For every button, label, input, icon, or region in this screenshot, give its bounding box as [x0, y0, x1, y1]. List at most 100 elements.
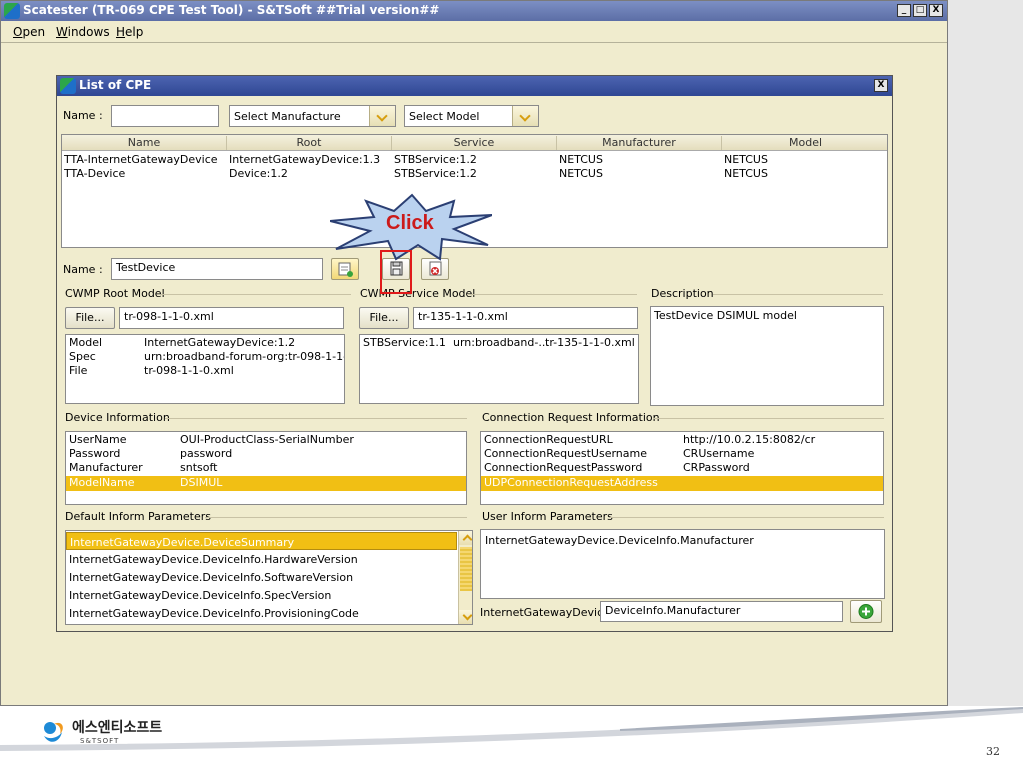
- menu-windows[interactable]: Windows: [56, 25, 110, 39]
- menu-open[interactable]: Open: [13, 25, 45, 39]
- table-row[interactable]: ConnectionRequestPassword CRPassword: [481, 461, 883, 476]
- company-logo-icon: [44, 722, 63, 742]
- service-file-input[interactable]: tr-135-1-1-0.xml: [413, 307, 638, 329]
- click-callout-text: Click: [386, 212, 434, 234]
- table-row[interactable]: TTA-InternetGatewayDevice InternetGatewa…: [62, 153, 887, 167]
- table-row-selected[interactable]: UDPConnectionRequestAddress: [481, 476, 883, 491]
- app-title-bar[interactable]: Scatester (TR-069 CPE Test Tool) - S&TSo…: [1, 1, 947, 21]
- dialog-logo-icon: [60, 78, 76, 94]
- chevron-down-icon[interactable]: [512, 106, 538, 126]
- column-header-name[interactable]: Name: [62, 136, 227, 150]
- menu-help[interactable]: Help: [116, 25, 143, 39]
- manufacture-select-value: Select Manufacture: [234, 110, 341, 123]
- connection-request-heading: Connection Request Information: [482, 411, 660, 424]
- service: STBService:1.1: [363, 336, 446, 349]
- table-row-selected[interactable]: ModelName DSIMUL: [66, 476, 466, 491]
- description-textarea[interactable]: TestDevice DSIMUL model: [650, 306, 884, 406]
- file: tr-135-1-1-0.xml: [545, 336, 635, 349]
- add-icon: [858, 604, 874, 619]
- value: CRUsername: [683, 447, 755, 460]
- cell-model: NETCUS: [724, 153, 768, 166]
- delete-document-icon: [429, 261, 442, 276]
- column-header-model[interactable]: Model: [722, 136, 887, 150]
- key: Password: [69, 447, 121, 460]
- root-file-button[interactable]: File...: [65, 307, 115, 329]
- cell-service: STBService:1.2: [394, 153, 477, 166]
- device-name-input[interactable]: TestDevice: [111, 258, 323, 280]
- scroll-down-icon[interactable]: [459, 610, 472, 624]
- cpe-table-header: Name Root Service Manufacturer Model: [62, 135, 887, 151]
- list-item[interactable]: STBService:1.1 urn:broadband-... tr-135-1-…: [360, 336, 638, 351]
- list-of-cpe-dialog: List of CPE X Name : Select Manufacture …: [56, 75, 893, 632]
- divider: [165, 418, 467, 419]
- device-info-table: UserName OUI-ProductClass-SerialNumber Pa…: [65, 431, 467, 505]
- default-inform-heading: Default Inform Parameters: [65, 510, 212, 523]
- table-row[interactable]: ConnectionRequestUsername CRUsername: [481, 447, 883, 462]
- list-item[interactable]: InternetGatewayDevice.DeviceInfo.Hardwar…: [66, 550, 457, 568]
- key: Model: [69, 336, 103, 349]
- table-row[interactable]: TTA-Device Device:1.2 STBService:1.2 NET…: [62, 167, 887, 181]
- service-model-heading: CWMP Service Model: [360, 287, 476, 300]
- list-item[interactable]: File tr-098-1-1-0.xml: [66, 364, 344, 379]
- dialog-title: List of CPE: [79, 78, 152, 92]
- maximize-button[interactable]: □: [913, 4, 927, 17]
- scroll-thumb[interactable]: [460, 547, 472, 591]
- value: http://10.0.2.15:8082/cr: [683, 433, 816, 446]
- user-inform-heading: User Inform Parameters: [482, 510, 613, 523]
- table-row[interactable]: ConnectionRequestURL http://10.0.2.15:808…: [481, 433, 883, 448]
- divider: [205, 517, 467, 518]
- dialog-title-bar[interactable]: List of CPE X: [57, 76, 892, 96]
- user-inform-input[interactable]: DeviceInfo.Manufacturer: [600, 601, 843, 622]
- divider: [610, 517, 884, 518]
- list-item-label: InternetGatewayDevice.DeviceInfo.Manufac…: [485, 534, 754, 547]
- cell-name: TTA-InternetGatewayDevice: [64, 153, 218, 166]
- cell-root: Device:1.2: [229, 167, 288, 180]
- column-header-manufacturer[interactable]: Manufacturer: [557, 136, 722, 150]
- key: Spec: [69, 350, 96, 363]
- company-name-korean: 에스엔티소프트: [72, 720, 163, 736]
- service-file-button[interactable]: File...: [359, 307, 409, 329]
- table-row[interactable]: UserName OUI-ProductClass-SerialNumber: [66, 433, 466, 448]
- column-header-root[interactable]: Root: [227, 136, 392, 150]
- device-name-label: Name :: [63, 263, 103, 276]
- close-button[interactable]: X: [929, 4, 943, 17]
- chevron-down-icon[interactable]: [369, 106, 395, 126]
- divider: [161, 294, 351, 295]
- table-row[interactable]: Password password: [66, 447, 466, 462]
- filter-name-input[interactable]: [111, 105, 219, 127]
- model-select[interactable]: Select Model: [404, 105, 539, 127]
- root-model-details: Model InternetGatewayDevice:1.2 Spec urn:b…: [65, 334, 345, 404]
- key: File: [69, 364, 88, 377]
- list-item[interactable]: InternetGatewayDevice.DeviceInfo.Provisi…: [66, 604, 457, 622]
- value: sntsoft: [180, 461, 218, 474]
- value: password: [180, 447, 233, 460]
- list-item[interactable]: InternetGatewayDevice.DeviceInfo.SpecVer…: [66, 586, 457, 604]
- description-heading: Description: [651, 287, 714, 300]
- list-item[interactable]: Model InternetGatewayDevice:1.2: [66, 336, 344, 351]
- root-file-input[interactable]: tr-098-1-1-0.xml: [119, 307, 344, 329]
- list-item-selected[interactable]: InternetGatewayDevice.DeviceSummary: [66, 532, 457, 550]
- scroll-up-icon[interactable]: [459, 531, 472, 545]
- vertical-scrollbar[interactable]: [458, 531, 472, 624]
- manufacture-select[interactable]: Select Manufacture: [229, 105, 396, 127]
- column-header-service[interactable]: Service: [392, 136, 557, 150]
- key: ConnectionRequestUsername: [484, 447, 647, 460]
- minimize-button[interactable]: _: [897, 4, 911, 17]
- delete-device-button[interactable]: [421, 258, 449, 280]
- new-device-button[interactable]: [331, 258, 359, 280]
- menu-bar: Open Windows Help: [1, 21, 947, 43]
- cell-name: TTA-Device: [64, 167, 126, 180]
- dialog-close-button[interactable]: X: [874, 79, 888, 92]
- add-parameter-button[interactable]: [850, 600, 882, 623]
- filter-name-label: Name :: [63, 109, 103, 122]
- table-row[interactable]: Manufacturer sntsoft: [66, 461, 466, 476]
- user-inform-list: InternetGatewayDevice.DeviceInfo.Manufac…: [480, 529, 885, 599]
- value: CRPassword: [683, 461, 750, 474]
- value: InternetGatewayDevice:1.2: [144, 336, 296, 349]
- list-item[interactable]: InternetGatewayDevice.DeviceInfo.Softwar…: [66, 568, 457, 586]
- model-select-value: Select Model: [409, 110, 480, 123]
- spec: urn:broadband-...: [453, 336, 549, 349]
- list-item[interactable]: InternetGatewayDevice.DeviceInfo.Manufac…: [481, 534, 884, 549]
- list-item[interactable]: Spec urn:broadband-forum-org:tr-098-1-1-0: [66, 350, 344, 365]
- root-model-heading: CWMP Root Model: [65, 287, 165, 300]
